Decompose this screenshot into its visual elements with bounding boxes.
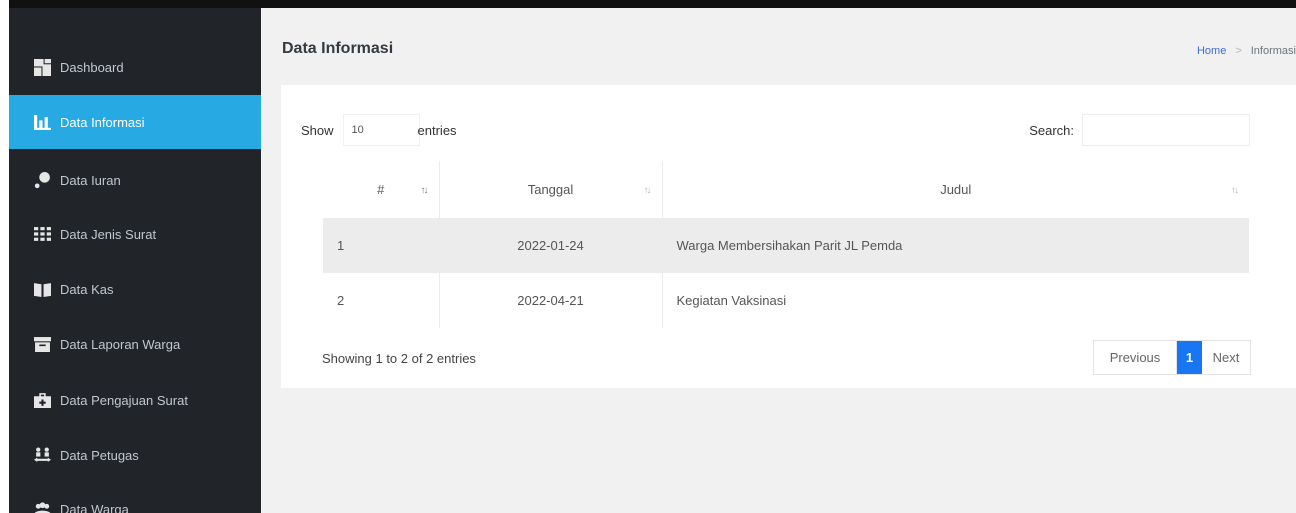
sidebar-item-data-petugas[interactable]: Data Petugas	[9, 428, 261, 482]
sidebar-item-label: Data Warga	[60, 501, 129, 513]
dashboard-icon	[33, 58, 51, 76]
sidebar-item-data-pengajuan-surat[interactable]: Data Pengajuan Surat	[9, 373, 261, 427]
cell-number: 1	[323, 218, 440, 273]
sidebar-item-data-iuran[interactable]: Data Iuran	[9, 153, 261, 207]
sidebar-item-label: Data Petugas	[60, 447, 139, 463]
sort-icon: ↑↓	[1231, 185, 1239, 196]
page-length-select[interactable]: 10	[342, 114, 420, 146]
table-header-row: # ↑↓ Tanggal ↑↓ Judul ↑↓	[323, 161, 1249, 218]
sidebar-item-label: Data Iuran	[60, 172, 121, 188]
donate-icon	[33, 171, 51, 189]
sort-icon: ↑↓	[643, 185, 652, 196]
informasi-table: # ↑↓ Tanggal ↑↓ Judul ↑↓ 1 2022-01-24 Wa…	[323, 161, 1249, 328]
search-input[interactable]	[1082, 114, 1250, 146]
table-row: 2 2022-04-21 Kegiatan Vaksinasi	[323, 273, 1249, 328]
table-row: 1 2022-01-24 Warga Membersihakan Parit J…	[323, 218, 1249, 273]
breadcrumb: Home > Informasi	[1197, 45, 1296, 57]
entries-label: entries	[417, 122, 457, 138]
page-title: Data Informasi	[282, 40, 394, 57]
breadcrumb-current: Informasi	[1250, 45, 1296, 57]
sidebar-item-label: Data Informasi	[60, 114, 145, 130]
grid-icon	[33, 225, 51, 243]
pagination-previous-button[interactable]: Previous	[1094, 341, 1177, 374]
pagination: Previous 1 Next	[1093, 340, 1251, 375]
book-open-icon	[33, 280, 51, 298]
search-label: Search:	[1029, 122, 1074, 138]
breadcrumb-home-link[interactable]: Home	[1197, 45, 1226, 57]
search-control: Search:	[1029, 114, 1250, 146]
breadcrumb-separator-icon: >	[1235, 45, 1242, 57]
sidebar-item-data-kas[interactable]: Data Kas	[9, 262, 261, 316]
bar-chart-icon	[33, 113, 51, 131]
sidebar-item-data-laporan-warga[interactable]: Data Laporan Warga	[9, 317, 261, 371]
sidebar: Dashboard Data Informasi Data Iuran Data…	[9, 8, 261, 513]
pagination-page-1-button[interactable]: 1	[1177, 341, 1202, 374]
sidebar-item-label: Data Pengajuan Surat	[60, 392, 188, 408]
column-header-tanggal[interactable]: Tanggal ↑↓	[439, 161, 663, 218]
sidebar-item-data-warga[interactable]: Data Warga	[9, 482, 261, 513]
top-dark-bar	[9, 0, 1296, 8]
archive-icon	[33, 335, 51, 353]
column-header-number[interactable]: # ↑↓	[323, 161, 440, 218]
column-header-judul[interactable]: Judul ↑↓	[662, 161, 1249, 218]
table-info: Showing 1 to 2 of 2 entries	[322, 351, 476, 366]
cell-judul: Warga Membersihakan Parit JL Pemda	[662, 218, 1249, 273]
users-icon	[33, 500, 51, 513]
cell-judul: Kegiatan Vaksinasi	[676, 293, 787, 308]
sidebar-item-label: Data Laporan Warga	[60, 336, 181, 352]
people-arrows-icon	[33, 446, 51, 464]
sidebar-item-data-jenis-surat[interactable]: Data Jenis Surat	[9, 207, 261, 261]
sidebar-item-data-informasi[interactable]: Data Informasi	[9, 95, 261, 149]
page-length-control: Show 10 entries	[301, 114, 457, 146]
briefcase-medical-icon	[33, 391, 51, 409]
top-strip	[0, 0, 1296, 8]
show-label: Show	[301, 122, 334, 138]
cell-tanggal: 2022-01-24	[439, 218, 663, 273]
cell-tanggal: 2022-04-21	[439, 273, 663, 328]
sort-icon: ↑↓	[420, 185, 429, 196]
sidebar-item-label: Data Kas	[60, 281, 114, 297]
cell-number: 2	[323, 273, 440, 328]
pagination-next-button[interactable]: Next	[1202, 341, 1250, 374]
sidebar-item-label: Dashboard	[60, 59, 124, 75]
sidebar-item-label: Data Jenis Surat	[60, 226, 157, 242]
sidebar-item-dashboard[interactable]: Dashboard	[9, 40, 261, 94]
main-content: Data Informasi Home > Informasi Show 10 …	[261, 8, 1296, 513]
